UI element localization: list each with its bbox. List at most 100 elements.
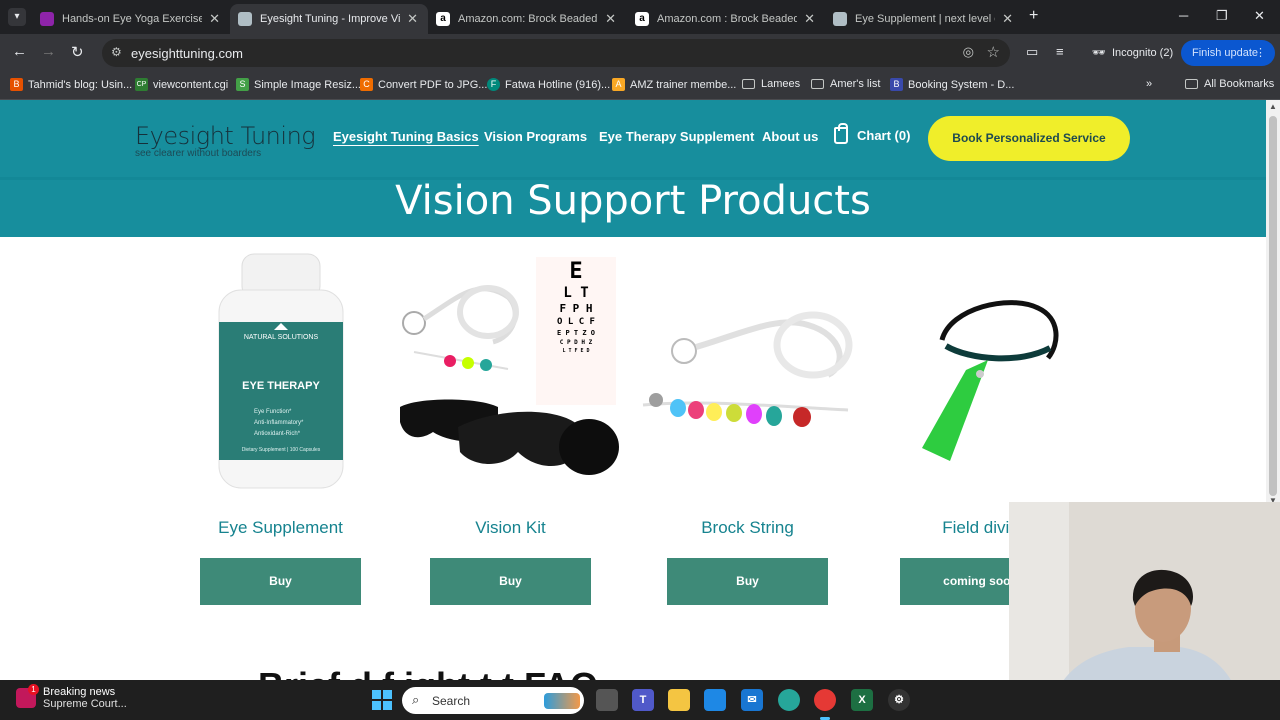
task-view-icon[interactable]	[596, 689, 618, 711]
news-title: Breaking news	[43, 686, 116, 698]
bookmark-folder-lamees[interactable]: Lamees	[742, 78, 800, 90]
buy-brock-string-button[interactable]: Buy	[667, 558, 828, 605]
menu-dots-icon: ⋮	[1255, 47, 1266, 59]
close-tab-icon[interactable]: ✕	[605, 11, 616, 27]
bookmark-tahmid-blog[interactable]: B Tahmid's blog: Usin...	[10, 78, 132, 91]
tab-eye-supplement[interactable]: Eye Supplement | next level eye ✕	[825, 4, 1023, 34]
shopping-bag-icon	[834, 123, 848, 144]
cart-link[interactable]: Chart (0)	[834, 123, 911, 144]
chrome-icon[interactable]	[814, 689, 836, 720]
pdf-icon: C	[360, 78, 373, 91]
edge-icon[interactable]	[778, 689, 800, 711]
close-tab-icon[interactable]: ✕	[209, 11, 220, 27]
close-window-icon[interactable]: ✕	[1254, 8, 1265, 24]
folder-icon	[742, 79, 755, 89]
back-icon[interactable]: ←	[12, 43, 27, 60]
finish-update-button[interactable]: Finish update ⋮	[1181, 40, 1275, 66]
mail-icon[interactable]: ✉	[741, 689, 763, 711]
bookmark-label: viewcontent.cgi	[153, 78, 229, 91]
address-bar[interactable]: ⚙ eyesighttuning.com ◎ ☆	[102, 39, 1010, 67]
tab-title: Eye Supplement | next level eye	[855, 13, 995, 25]
nav-vision-programs[interactable]: Vision Programs	[484, 129, 587, 144]
restore-icon[interactable]: ❐	[1216, 8, 1228, 24]
buy-vision-kit-button[interactable]: Buy	[430, 558, 591, 605]
incognito-indicator[interactable]: 🕶 Incognito (2)	[1084, 40, 1181, 66]
scrollbar-thumb[interactable]	[1269, 116, 1277, 496]
vision-kit-image[interactable]: E L T F P H O L C F E P T Z O C P D H Z …	[398, 257, 624, 482]
bookmark-label: Fatwa Hotline (916)...	[505, 78, 611, 91]
teams-icon[interactable]: T	[632, 689, 654, 711]
incognito-label: Incognito (2)	[1111, 47, 1174, 59]
bookmark-label: Convert PDF to JPG...	[378, 78, 488, 91]
bookmark-label: Amer's list	[830, 78, 881, 90]
brock-string-image[interactable]	[638, 305, 856, 435]
close-tab-icon[interactable]: ✕	[1002, 11, 1013, 27]
globe-icon: F	[487, 78, 500, 91]
new-tab-icon[interactable]: +	[1029, 7, 1038, 25]
amazon-favicon-icon: a	[635, 12, 649, 26]
logo-title: Eyesight Tuning	[135, 122, 316, 150]
bookmark-viewcontent[interactable]: CP viewcontent.cgi	[135, 78, 228, 91]
url-text[interactable]: eyesighttuning.com	[131, 46, 243, 61]
nav-eye-therapy-supplement[interactable]: Eye Therapy Supplement	[599, 129, 754, 144]
reload-icon[interactable]: ↻	[71, 43, 84, 61]
tab-search-icon[interactable]: ▾	[8, 8, 26, 26]
windows-taskbar: 1 Breaking news Supreme Court... ⌕ Searc…	[0, 680, 1280, 720]
product-name-eye-supplement[interactable]: Eye Supplement	[200, 518, 361, 538]
field-divider-image[interactable]	[920, 298, 1062, 464]
tracking-blocked-icon[interactable]: ◎	[963, 44, 974, 60]
forward-icon[interactable]: →	[41, 43, 56, 60]
tab-eyesight-tuning[interactable]: Eyesight Tuning - Improve Visio ✕	[230, 4, 428, 34]
bookmark-fatwa-hotline[interactable]: F Fatwa Hotline (916)...	[487, 78, 610, 91]
close-tab-icon[interactable]: ✕	[804, 11, 815, 27]
chart-icon: A	[612, 78, 625, 91]
eye-chart-row: O L C F	[557, 317, 595, 327]
more-bookmarks-icon[interactable]: »	[1146, 78, 1152, 90]
buy-eye-supplement-button[interactable]: Buy	[200, 558, 361, 605]
eye-chart-row: L T	[563, 285, 589, 301]
scroll-up-icon[interactable]: ▲	[1269, 102, 1277, 111]
nav-about-us[interactable]: About us	[762, 129, 818, 144]
all-bookmarks[interactable]: All Bookmarks	[1185, 78, 1274, 90]
folder-icon	[811, 79, 824, 89]
tab-title: Amazon.com: Brock Beaded Str	[458, 13, 598, 25]
tab-eye-yoga[interactable]: Hands-on Eye Yoga Exercises to ✕	[32, 4, 230, 34]
booking-icon: B	[890, 78, 903, 91]
product-name-vision-kit[interactable]: Vision Kit	[430, 518, 591, 538]
media-controls-icon[interactable]: ≡	[1056, 44, 1064, 59]
taskbar-search[interactable]: ⌕ Search	[402, 687, 584, 714]
site-logo[interactable]: Eyesight Tuning see clearer without boar…	[135, 122, 316, 159]
bookmark-label: Tahmid's blog: Usin...	[28, 78, 133, 91]
cart-label: Chart (0)	[857, 128, 911, 143]
bottle-bullet: Eye Function*	[254, 409, 292, 415]
settings-icon[interactable]: ⚙	[888, 689, 910, 711]
minimize-icon[interactable]: ─	[1179, 8, 1188, 23]
product-name-brock-string[interactable]: Brock String	[667, 518, 828, 538]
tab-amazon-brock-2[interactable]: a Amazon.com : Brock Beaded St ✕	[627, 4, 825, 34]
cast-icon[interactable]: ▭	[1026, 44, 1038, 60]
news-widget[interactable]: 1 Breaking news Supreme Court...	[16, 684, 127, 710]
bookmark-folder-amer[interactable]: Amer's list	[811, 78, 880, 90]
bookmark-pdf-jpg[interactable]: C Convert PDF to JPG...	[360, 78, 487, 91]
store-icon[interactable]	[704, 689, 726, 711]
bookmark-star-icon[interactable]: ☆	[987, 43, 1000, 61]
bookmark-amz-trainer[interactable]: A AMZ trainer membe...	[612, 78, 736, 91]
bookmark-label: Booking System - D...	[908, 78, 1015, 91]
eye-supplement-image[interactable]: NATURAL SOLUTIONS EYE THERAPY Eye Functi…	[218, 252, 344, 490]
close-tab-icon[interactable]: ✕	[407, 11, 418, 27]
nav-eyesight-tuning-basics[interactable]: Eyesight Tuning Basics	[333, 129, 479, 144]
bottle-footer: Dietary Supplement | 100 Capsules	[241, 447, 321, 453]
browser-toolbar: ← → ↻ ⚙ eyesighttuning.com ◎ ☆ ▭ ≡ 🕶 Inc…	[0, 34, 1280, 72]
book-service-button[interactable]: Book Personalized Service	[928, 116, 1130, 161]
tab-favicon-icon	[238, 12, 252, 26]
tab-amazon-brock-1[interactable]: a Amazon.com: Brock Beaded Str ✕	[428, 4, 626, 34]
bookmark-label: Simple Image Resiz...	[254, 78, 361, 91]
excel-icon[interactable]: X	[851, 689, 873, 711]
bookmark-image-resizer[interactable]: S Simple Image Resiz...	[236, 78, 361, 91]
bookmark-booking-system[interactable]: B Booking System - D...	[890, 78, 1014, 91]
file-explorer-icon[interactable]	[668, 689, 690, 711]
site-info-icon[interactable]: ⚙	[111, 45, 122, 59]
site-header: Eyesight Tuning see clearer without boar…	[0, 100, 1266, 237]
windows-start-icon[interactable]	[372, 690, 392, 710]
leaf-icon: S	[236, 78, 249, 91]
